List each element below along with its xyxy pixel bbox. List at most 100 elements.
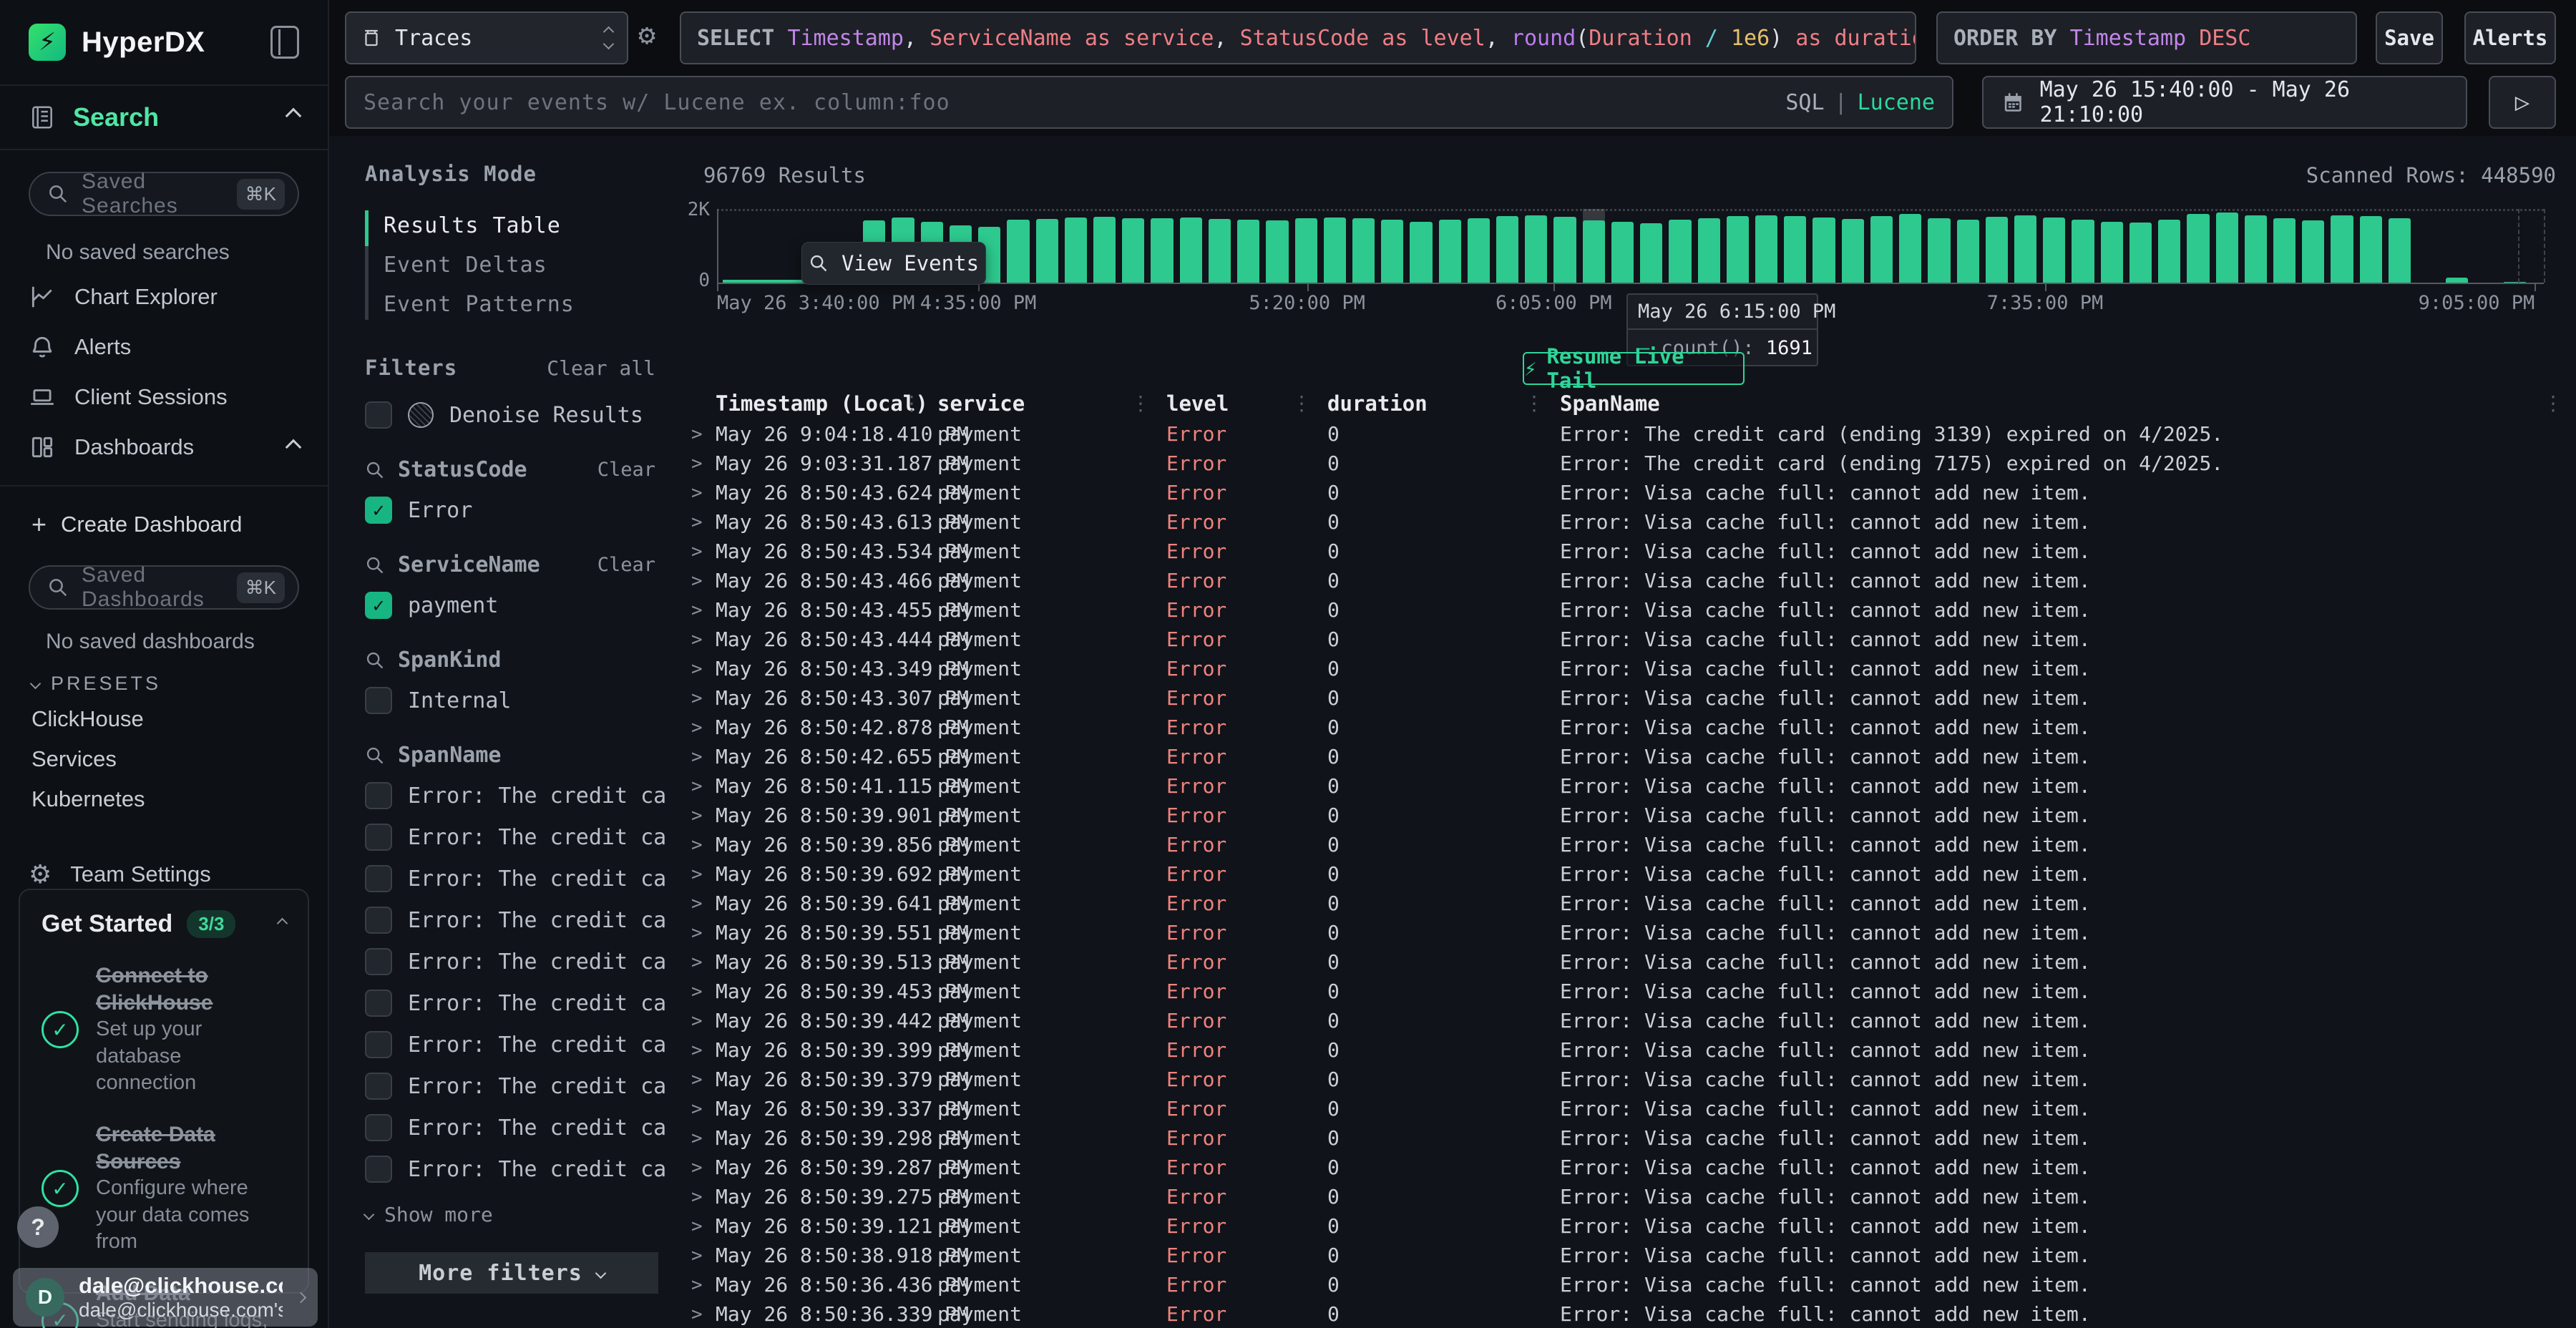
row-expand-chevron[interactable]: > [680,688,716,709]
row-expand-chevron[interactable]: > [680,1040,716,1061]
preset-dashboard-link[interactable]: Kubernetes [29,779,299,819]
saved-dashboards-input[interactable]: Saved Dashboards ⌘K [29,565,299,610]
row-expand-chevron[interactable]: > [680,952,716,973]
run-query-button[interactable]: ▷ [2489,76,2556,129]
histogram-bar[interactable] [1036,209,1058,283]
row-expand-chevron[interactable]: > [680,1304,716,1325]
table-row[interactable]: >May 26 8:50:43.455 PMpaymentError0Error… [680,595,2576,625]
filter-checkbox[interactable] [365,824,392,851]
histogram-bar[interactable] [1410,209,1432,283]
sidebar-item-chart-explorer[interactable]: Chart Explorer [29,272,299,322]
row-expand-chevron[interactable]: > [680,834,716,856]
row-expand-chevron[interactable]: > [680,1157,716,1178]
row-expand-chevron[interactable]: > [680,1098,716,1120]
histogram-bar[interactable] [1093,209,1116,283]
histogram-bar[interactable] [1266,209,1288,283]
filter-option[interactable]: Internal [365,687,665,714]
lang-toggle-sql[interactable]: SQL [1785,90,1824,115]
filter-checkbox[interactable]: ✓ [365,497,392,524]
histogram-bar[interactable] [1324,209,1346,283]
histogram-bars[interactable] [863,209,2525,283]
filter-checkbox[interactable] [365,948,392,975]
row-expand-chevron[interactable]: > [680,512,716,533]
histogram-bar[interactable] [2101,209,2123,283]
filter-option[interactable]: Error: The credit card … [365,1114,665,1141]
row-expand-chevron[interactable]: > [680,658,716,680]
table-row[interactable]: >May 26 8:50:39.551 PMpaymentError0Error… [680,918,2576,947]
row-expand-chevron[interactable]: > [680,893,716,914]
filter-option[interactable]: Error: The credit card … [365,824,665,851]
chevron-up-icon[interactable] [286,107,302,124]
filter-checkbox[interactable] [365,687,392,714]
table-row[interactable]: >May 26 8:50:42.878 PMpaymentError0Error… [680,713,2576,742]
presets-toggle[interactable]: PRESETS [29,661,299,699]
row-expand-chevron[interactable]: > [680,1069,716,1090]
user-menu[interactable]: D dale@clickhouse.com dale@clickhouse.co… [13,1268,318,1327]
chevron-up-icon[interactable] [286,439,302,456]
col-level[interactable]: level [1166,391,1327,416]
row-expand-chevron[interactable]: > [680,1245,716,1266]
histogram-bar[interactable] [1842,209,1864,283]
order-by-editor[interactable]: ORDER BY Timestamp DESC [1936,11,2357,64]
histogram-bar[interactable] [1553,209,1576,283]
table-row[interactable]: >May 26 9:04:18.410 PMpaymentError0Error… [680,419,2576,449]
row-expand-chevron[interactable]: > [680,482,716,504]
sidebar-collapse-icon[interactable] [270,26,299,59]
histogram-bar[interactable] [2216,209,2238,283]
chevron-up-icon[interactable] [277,917,288,929]
filter-option[interactable]: Error: The credit card … [365,1156,665,1183]
filter-checkbox[interactable] [365,990,392,1017]
row-expand-chevron[interactable]: > [680,981,716,1002]
resume-live-tail-button[interactable]: ⚡ Resume Live Tail [1523,352,1745,385]
filter-checkbox[interactable] [365,1031,392,1058]
histogram-bar[interactable] [2129,209,2152,283]
lucene-search-input[interactable]: Search your events w/ Lucene ex. column:… [345,76,1953,129]
table-row[interactable]: >May 26 8:50:43.307 PMpaymentError0Error… [680,683,2576,713]
table-row[interactable]: >May 26 8:50:39.337 PMpaymentError0Error… [680,1094,2576,1123]
histogram-bar[interactable] [1180,209,1202,283]
filter-checkbox[interactable]: ✓ [365,592,392,619]
col-timestamp[interactable]: Timestamp (Local) [716,391,937,416]
saved-searches-input[interactable]: Saved Searches ⌘K [29,172,299,216]
row-expand-chevron[interactable]: > [680,1128,716,1149]
histogram-bar[interactable] [1583,209,1605,283]
histogram-bar[interactable] [1007,209,1029,283]
row-expand-chevron[interactable]: > [680,1216,716,1237]
histogram-bar[interactable] [1209,209,1231,283]
histogram-bar[interactable] [1784,209,1806,283]
histogram-bar[interactable] [2187,209,2209,283]
filter-checkbox[interactable] [365,1156,392,1183]
histogram-bar[interactable] [1525,209,1547,283]
filter-checkbox[interactable] [365,1114,392,1141]
analysis-mode-results-table[interactable]: Results Table [384,206,665,245]
sidebar-item-dashboards[interactable]: Dashboards [29,422,299,472]
time-range-picker[interactable]: May 26 15:40:00 - May 26 21:10:00 [1982,76,2467,129]
histogram-bar[interactable] [1468,209,1490,283]
filter-checkbox[interactable] [365,907,392,934]
histogram-bar[interactable] [1813,209,1835,283]
table-row[interactable]: >May 26 8:50:39.298 PMpaymentError0Error… [680,1123,2576,1153]
table-row[interactable]: >May 26 8:50:39.901 PMpaymentError0Error… [680,801,2576,830]
source-settings-gear-icon[interactable]: ⚙ [638,19,655,52]
preset-dashboard-link[interactable]: ClickHouse [29,699,299,739]
histogram-bar[interactable] [1899,209,1921,283]
histogram-bar[interactable] [1611,209,1634,283]
histogram-bar[interactable] [2072,209,2094,283]
histogram-bar[interactable] [2389,209,2411,283]
table-row[interactable]: >May 26 8:50:39.275 PMpaymentError0Error… [680,1182,2576,1211]
row-expand-chevron[interactable]: > [680,717,716,738]
filter-option[interactable]: Error: The credit card … [365,1031,665,1058]
histogram-bar[interactable] [1381,209,1403,283]
histogram-bar[interactable] [1870,209,1893,283]
row-expand-chevron[interactable]: > [680,424,716,445]
denoise-checkbox[interactable] [365,401,392,429]
table-row[interactable]: >May 26 8:50:39.692 PMpaymentError0Error… [680,859,2576,889]
histogram-bar[interactable] [1352,209,1375,283]
histogram-bar[interactable] [1928,209,1950,283]
table-row[interactable]: >May 26 8:50:39.399 PMpaymentError0Error… [680,1035,2576,1065]
filter-checkbox[interactable] [365,865,392,892]
get-started-item[interactable]: ✓Connect to ClickHouseSet up your databa… [42,962,286,1097]
histogram-bar[interactable] [2446,209,2468,283]
filter-option[interactable]: Error: The credit card … [365,782,665,809]
preset-dashboard-link[interactable]: Services [29,739,299,779]
